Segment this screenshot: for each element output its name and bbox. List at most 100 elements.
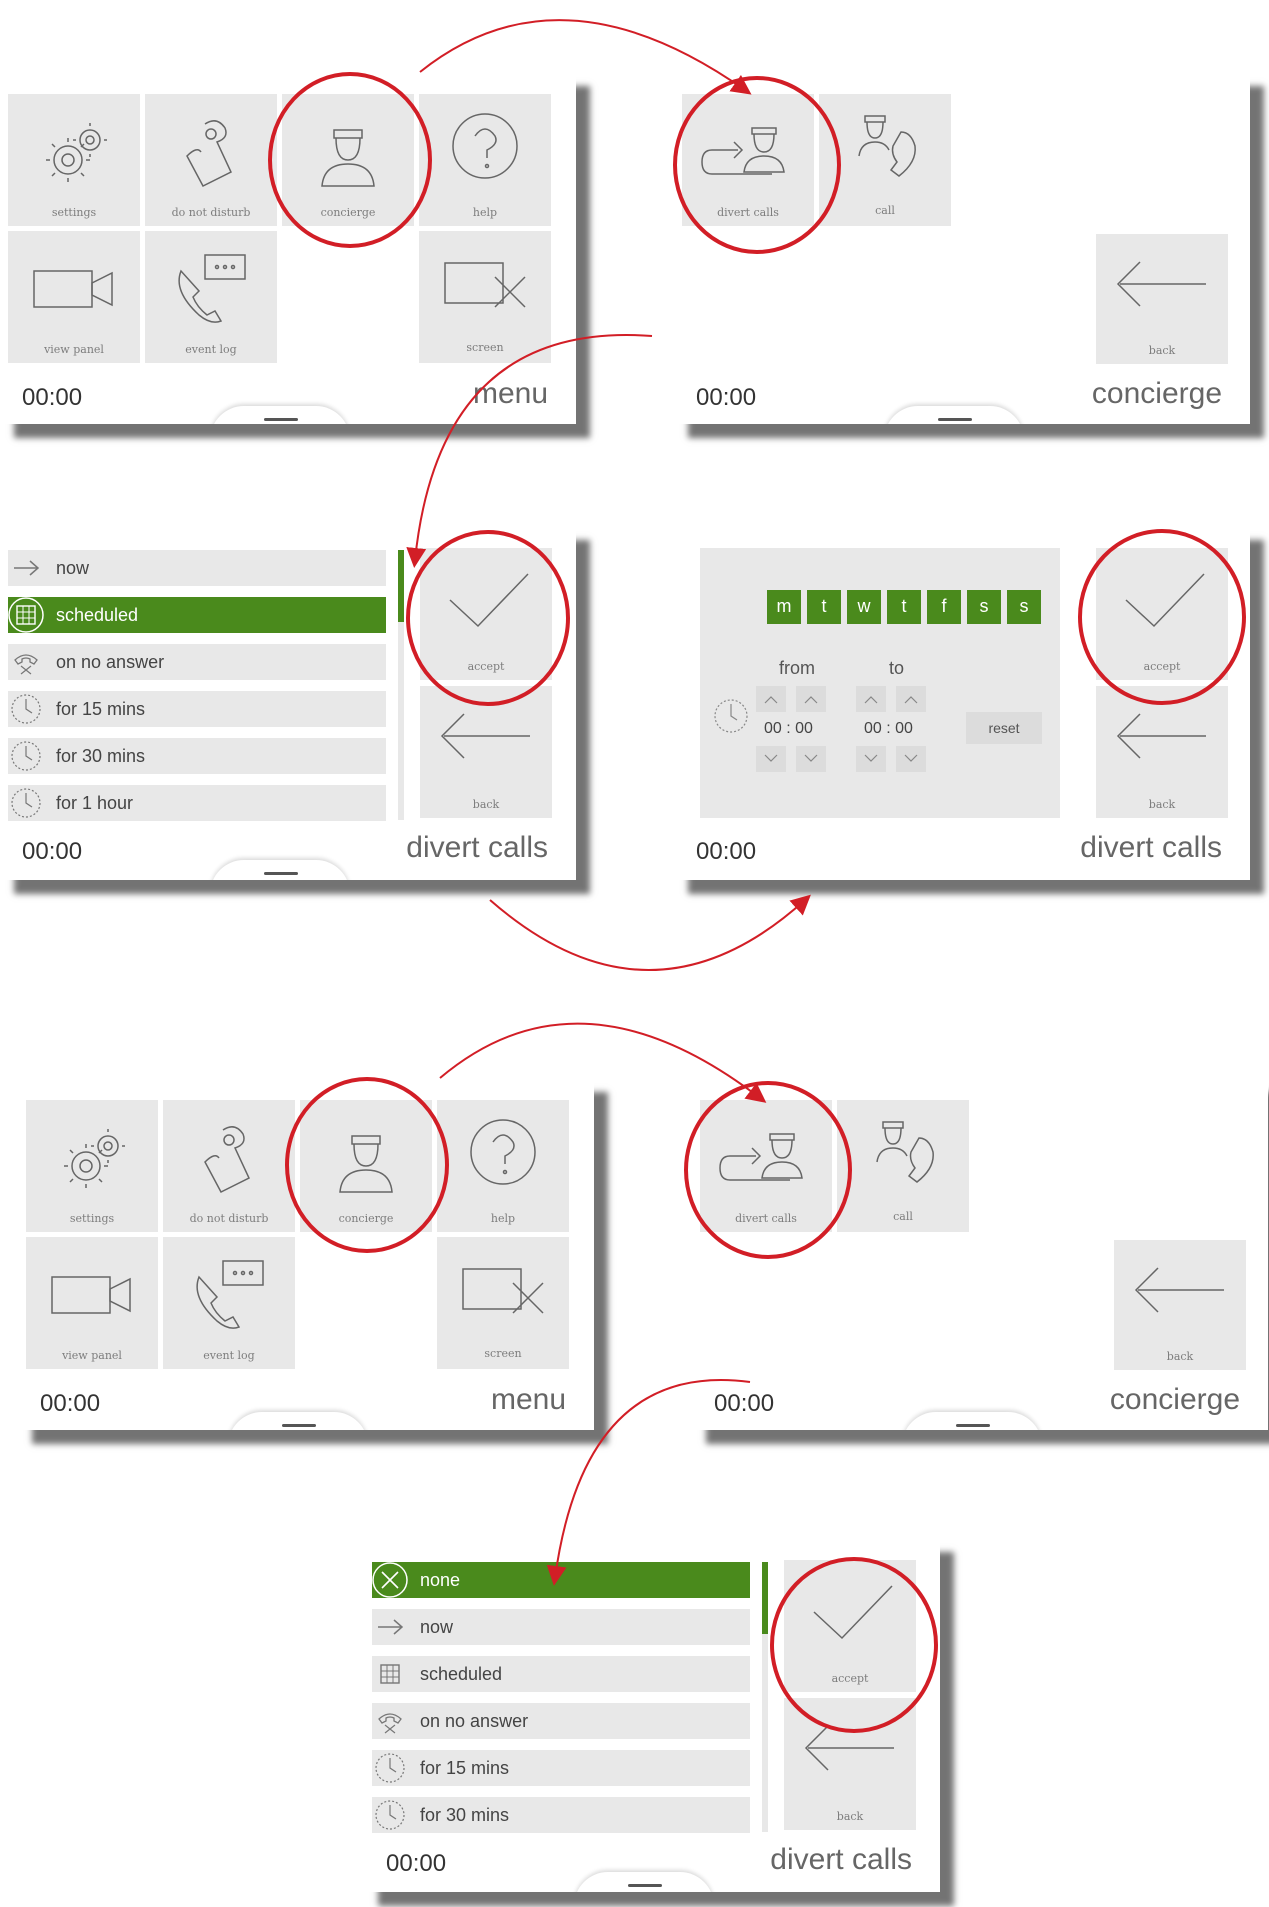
phone-hangup-icon <box>8 644 44 680</box>
pull-up-tab[interactable] <box>210 860 350 880</box>
list-item[interactable]: for 1 hour <box>8 785 386 821</box>
clock-icon <box>8 738 44 774</box>
pull-up-tab[interactable] <box>902 1412 1042 1430</box>
clock-time: 00:00 <box>696 384 757 411</box>
clock-time: 00:00 <box>22 384 83 411</box>
day-toggle[interactable]: t <box>807 590 841 624</box>
accept-tile[interactable]: accept <box>1096 548 1228 680</box>
pull-up-tab[interactable] <box>574 1872 714 1892</box>
screen-tile[interactable]: screen <box>437 1237 569 1369</box>
back-label: back <box>1166 1350 1194 1363</box>
list-item[interactable]: for 30 mins <box>8 738 386 774</box>
list-item-label: for 15 mins <box>56 699 146 719</box>
day-toggle[interactable]: w <box>847 590 881 624</box>
help-tile[interactable]: help <box>419 94 551 226</box>
page-title: menu <box>472 377 548 410</box>
list-item[interactable]: on no answer <box>372 1703 750 1739</box>
day-toggle[interactable]: t <box>887 590 921 624</box>
list-item[interactable]: on no answer <box>8 644 386 680</box>
list-item-label: scheduled <box>420 1664 503 1684</box>
list-item[interactable]: now <box>8 550 386 586</box>
settings-tile[interactable]: settings <box>8 94 140 226</box>
list-item-label: for 30 mins <box>420 1805 510 1825</box>
pull-up-tab[interactable] <box>884 406 1024 424</box>
accept-tile[interactable]: accept <box>784 1560 916 1692</box>
pull-up-tab[interactable] <box>228 1412 368 1430</box>
back-tile[interactable]: back <box>1096 686 1228 818</box>
list-item[interactable]: for 15 mins <box>8 691 386 727</box>
list-item-label: for 1 hour <box>56 793 134 813</box>
settings-tile[interactable]: settings <box>26 1100 158 1232</box>
list-item-label: for 30 mins <box>56 746 146 766</box>
reset-button[interactable]: reset <box>966 712 1042 744</box>
concierge-tile[interactable]: concierge <box>300 1100 432 1232</box>
event-log-label: event log <box>185 343 237 356</box>
back-tile[interactable]: back <box>420 686 552 818</box>
concierge-tile[interactable]: concierge <box>282 94 414 226</box>
back-label: back <box>1148 798 1176 811</box>
screen-label: screen <box>466 341 504 354</box>
flow-arrow <box>489 894 811 971</box>
list-item[interactable]: scheduled <box>372 1656 750 1692</box>
day-toggle[interactable]: f <box>927 590 961 624</box>
arrow-right-icon <box>372 1609 408 1645</box>
arrow-right-icon <box>8 550 44 586</box>
page-title: divert calls <box>1080 831 1222 864</box>
divert-calls-tile[interactable]: divert calls <box>682 94 814 226</box>
view-panel-tile[interactable]: view panel <box>8 231 140 363</box>
clock-icon <box>372 1797 408 1833</box>
help-tile[interactable]: help <box>437 1100 569 1232</box>
screen-tile[interactable]: screen <box>419 231 551 363</box>
event-log-tile[interactable]: event log <box>163 1237 295 1369</box>
do-not-disturb-tile[interactable]: do not disturb <box>145 94 277 226</box>
list-item-label: for 15 mins <box>420 1758 510 1778</box>
concierge-label: concierge <box>320 206 376 219</box>
divert-calls-tile[interactable]: divert calls <box>700 1100 832 1232</box>
accept-label: accept <box>467 660 505 673</box>
event-log-tile[interactable]: event log <box>145 231 277 363</box>
call-tile[interactable]: call <box>819 94 951 226</box>
pull-up-tab[interactable] <box>210 406 350 424</box>
clock-time: 00:00 <box>386 1850 447 1877</box>
day-toggle[interactable]: s <box>1007 590 1041 624</box>
menu-screen-2: settings do not disturb concierge help v… <box>18 1078 594 1430</box>
day-toggle[interactable]: m <box>767 590 801 624</box>
clock-icon <box>8 691 44 727</box>
day-toggle[interactable]: s <box>967 590 1001 624</box>
screen-label: screen <box>484 1347 522 1360</box>
to-label: to <box>889 658 905 678</box>
list-scrollbar[interactable] <box>762 1562 768 1832</box>
clock-icon <box>8 785 44 821</box>
call-label: call <box>893 1210 913 1223</box>
clock-time: 00:00 <box>22 838 83 865</box>
accept-tile[interactable]: accept <box>420 548 552 680</box>
back-tile[interactable]: back <box>1114 1240 1246 1370</box>
back-tile[interactable]: back <box>784 1698 916 1830</box>
phone-hangup-icon <box>372 1703 408 1739</box>
list-item[interactable]: scheduled <box>8 597 386 633</box>
accept-label: accept <box>1143 660 1181 673</box>
page-title: divert calls <box>770 1843 912 1876</box>
clock-time: 00:00 <box>40 1390 101 1417</box>
list-item-label: none <box>420 1570 461 1590</box>
list-scrollbar[interactable] <box>398 550 404 820</box>
clock-time: 00:00 <box>714 1390 775 1417</box>
call-tile[interactable]: call <box>837 1100 969 1232</box>
settings-label: settings <box>69 1212 115 1225</box>
cancel-icon <box>372 1562 408 1598</box>
calendar-icon <box>372 1656 408 1692</box>
page-title: concierge <box>1091 377 1222 410</box>
divert-calls-label: divert calls <box>717 206 779 219</box>
page-title: menu <box>490 1383 566 1416</box>
list-item[interactable]: now <box>372 1609 750 1645</box>
list-item-label: scheduled <box>56 605 139 625</box>
dnd-label: do not disturb <box>171 206 251 219</box>
do-not-disturb-tile[interactable]: do not disturb <box>163 1100 295 1232</box>
list-item[interactable]: for 15 mins <box>372 1750 750 1786</box>
view-panel-tile[interactable]: view panel <box>26 1237 158 1369</box>
back-tile[interactable]: back <box>1096 234 1228 364</box>
list-item[interactable]: for 30 mins <box>372 1797 750 1833</box>
clock-icon <box>714 699 748 733</box>
list-item[interactable]: none <box>372 1562 750 1598</box>
view-panel-label: view panel <box>44 343 104 356</box>
